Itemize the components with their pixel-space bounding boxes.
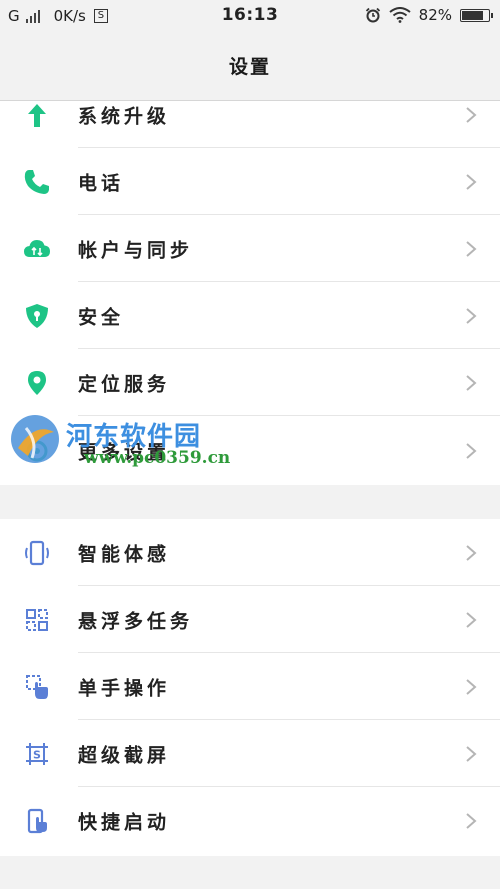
settings-item-smart-motion[interactable]: 智能体感 <box>0 519 500 586</box>
quick-launch-icon <box>27 808 47 833</box>
settings-item-label: 悬浮多任务 <box>78 610 194 632</box>
chevron-right-icon <box>466 106 477 123</box>
settings-item-more-settings[interactable]: 更多设置 <box>0 417 500 484</box>
shield-lock-icon <box>26 303 48 328</box>
wifi-icon <box>389 7 411 23</box>
settings-item-phone[interactable]: 电话 <box>0 148 500 215</box>
chevron-right-icon <box>466 240 477 257</box>
chevron-right-icon <box>466 678 477 695</box>
battery-percent: 82% <box>418 6 452 24</box>
settings-item-label: 快捷启动 <box>78 811 171 833</box>
settings-item-security[interactable]: 安全 <box>0 282 500 349</box>
chevron-right-icon <box>466 307 477 324</box>
divider <box>78 415 500 416</box>
chevron-right-icon <box>466 442 477 459</box>
chevron-right-icon <box>466 544 477 561</box>
settings-item-label: 安全 <box>78 306 125 328</box>
settings-item-one-hand[interactable]: 单手操作 <box>0 653 500 720</box>
chevron-right-icon <box>466 173 477 190</box>
settings-item-label: 更多设置 <box>78 441 171 463</box>
screenshot-icon: S <box>26 742 48 765</box>
settings-item-system-update[interactable]: 系统升级 <box>0 81 500 148</box>
chevron-right-icon <box>466 611 477 628</box>
settings-item-location[interactable]: 定位服务 <box>0 349 500 416</box>
settings-item-label: 帐户与同步 <box>78 239 194 261</box>
battery-icon <box>460 8 493 22</box>
settings-item-label: 智能体感 <box>78 543 171 565</box>
status-right: 82% <box>365 6 493 24</box>
more-settings-icon <box>26 440 48 461</box>
location-pin-icon <box>28 370 46 395</box>
settings-group-2: 智能体感 悬浮多任务 单手操作 S 超级截屏 快捷启动 <box>0 519 500 856</box>
cloud-sync-icon <box>24 239 50 257</box>
one-hand-icon <box>26 674 48 699</box>
settings-group-1: 系统升级 电话 帐户与同步 安全 定位服务 更多设置 <box>0 101 500 485</box>
settings-item-label: 超级截屏 <box>78 744 171 766</box>
arrow-up-icon <box>28 103 46 127</box>
multitask-icon <box>26 608 48 631</box>
motion-phone-icon <box>25 540 49 565</box>
settings-item-quick-launch[interactable]: 快捷启动 <box>0 787 500 854</box>
alarm-icon <box>365 7 380 23</box>
settings-item-label: 单手操作 <box>78 677 171 699</box>
settings-item-label: 系统升级 <box>78 105 171 127</box>
status-bar: G 0K/s S 16:13 82% <box>0 0 500 32</box>
chevron-right-icon <box>466 745 477 762</box>
settings-item-super-screenshot[interactable]: S 超级截屏 <box>0 720 500 787</box>
settings-item-label: 定位服务 <box>78 373 171 395</box>
phone-icon <box>24 169 49 194</box>
settings-item-accounts-sync[interactable]: 帐户与同步 <box>0 215 500 282</box>
settings-item-label: 电话 <box>78 172 125 194</box>
chevron-right-icon <box>466 812 477 829</box>
svg-text:S: S <box>33 748 41 761</box>
chevron-right-icon <box>466 374 477 391</box>
settings-item-floating-multitask[interactable]: 悬浮多任务 <box>0 586 500 653</box>
